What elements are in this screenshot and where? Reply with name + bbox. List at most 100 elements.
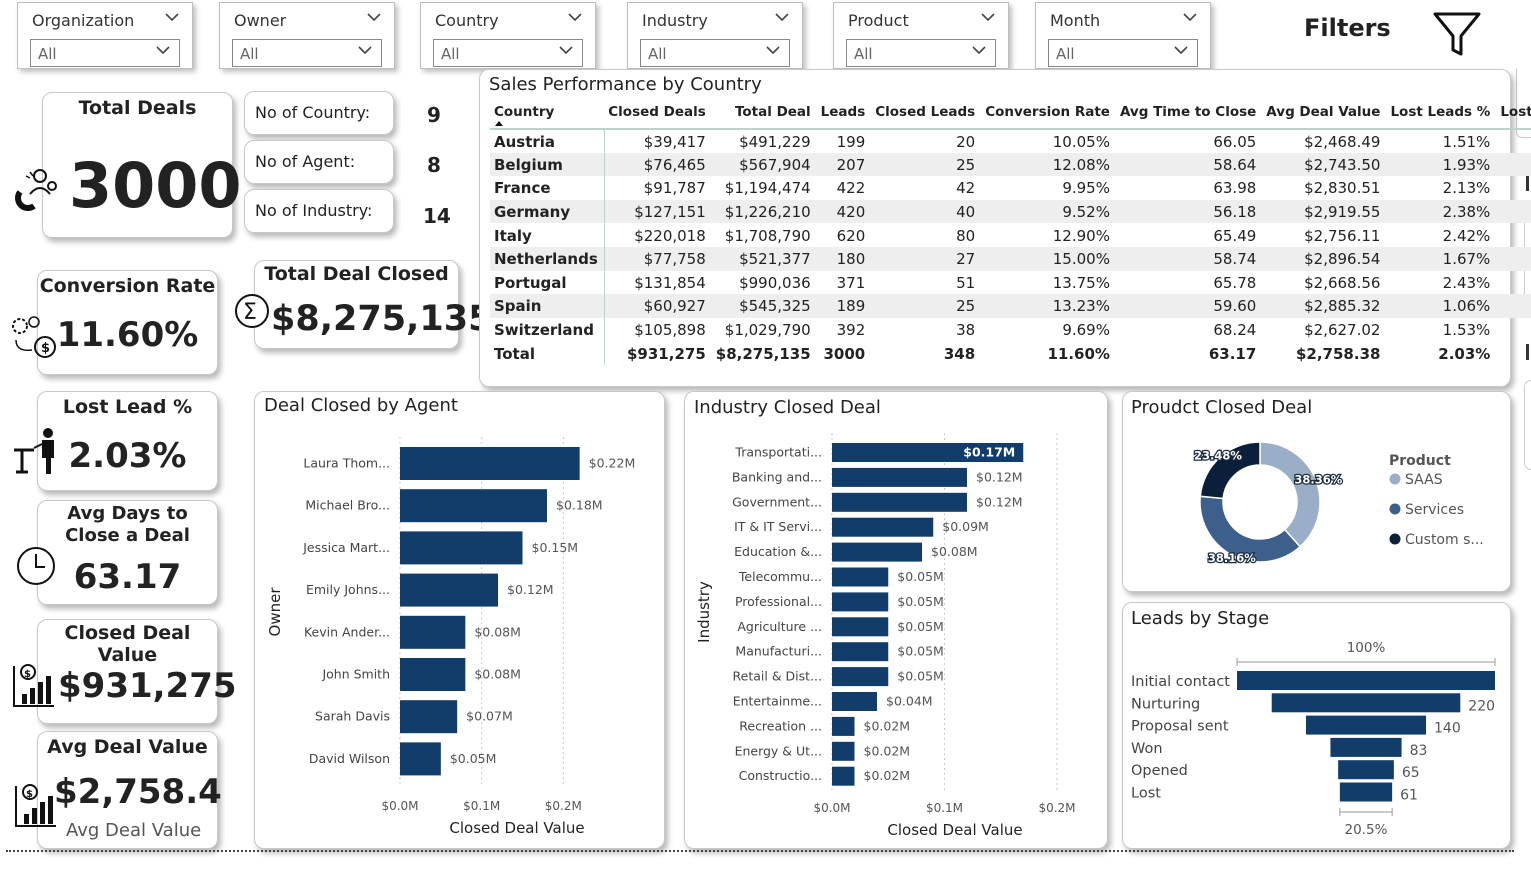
side-panel-edge: [1524, 380, 1531, 470]
bar[interactable]: [400, 489, 547, 523]
bar[interactable]: [832, 517, 934, 537]
column-header[interactable]: Conversion Rate: [981, 102, 1116, 130]
bar[interactable]: [400, 615, 466, 649]
funnel-bar[interactable]: [1306, 715, 1426, 735]
chevron-down-icon[interactable]: [980, 11, 996, 23]
funnel-bar[interactable]: [1330, 737, 1402, 757]
bar[interactable]: [832, 542, 922, 562]
data-label: $0.05M: [897, 594, 944, 609]
table-cell: 38: [956, 321, 976, 340]
bar[interactable]: [400, 573, 498, 607]
slicer-country[interactable]: Country All: [420, 2, 596, 69]
chevron-down-icon[interactable]: [1182, 11, 1198, 23]
slicer-owner[interactable]: Owner All: [219, 2, 395, 69]
slicer-dropdown[interactable]: All: [1048, 39, 1198, 67]
bar[interactable]: [832, 692, 877, 711]
no-of-agent-value: 8: [427, 153, 441, 177]
person-presenting-icon: [14, 428, 54, 474]
category-label: Agriculture ...: [737, 619, 822, 634]
lost-lead-title: Lost Lead %: [62, 396, 193, 418]
funnel-bar[interactable]: [1339, 782, 1393, 802]
funnel-bar[interactable]: [1338, 760, 1394, 780]
slicer-dropdown[interactable]: All: [232, 39, 382, 67]
slicer-dropdown[interactable]: All: [846, 39, 996, 67]
table-cell: 1.51%: [1442, 132, 1491, 151]
chevron-down-icon[interactable]: [164, 11, 180, 23]
funnel-value-label: 61: [1400, 788, 1418, 804]
column-header[interactable]: Closed Leads: [871, 102, 982, 130]
bar[interactable]: [400, 658, 466, 691]
legend-label[interactable]: Services: [1405, 502, 1464, 518]
slicer-month[interactable]: Month All: [1035, 2, 1211, 69]
bar[interactable]: [832, 617, 889, 637]
column-header[interactable]: Country: [490, 102, 605, 130]
table-cell: 68.24: [1213, 321, 1257, 340]
bar[interactable]: [832, 741, 855, 761]
sort-ascending-icon[interactable]: [495, 120, 503, 126]
slicer-industry[interactable]: Industry All: [627, 2, 803, 69]
bar[interactable]: [832, 492, 967, 512]
table-total-cell: $8,275,135: [715, 344, 811, 363]
table-cell: $91,787: [643, 179, 706, 198]
x-tick-label: $0.1M: [926, 801, 963, 815]
column-header[interactable]: Avg Time to Close: [1115, 102, 1263, 130]
chevron-down-icon[interactable]: [366, 11, 382, 23]
chevron-down-icon[interactable]: [357, 44, 373, 56]
slice-label: 38.36%: [1294, 473, 1342, 487]
bar[interactable]: [400, 531, 523, 565]
bar[interactable]: [400, 742, 441, 776]
funnel-bar[interactable]: [1237, 671, 1495, 690]
chevron-down-icon[interactable]: [765, 44, 781, 56]
table-cell: $2,668.56: [1304, 273, 1381, 292]
table-cell: 25: [871, 294, 982, 318]
bar[interactable]: [832, 667, 889, 687]
slice-label-group: 38.36%: [1293, 471, 1344, 488]
closed-deal-value-value: $931,275: [58, 666, 237, 706]
funnel-bar[interactable]: [1271, 693, 1461, 713]
bar[interactable]: [832, 716, 855, 736]
slicer-product[interactable]: Product All: [833, 2, 1009, 69]
column-header[interactable]: Avg Deal Value: [1262, 102, 1387, 130]
x-tick-label: $0.1M: [463, 799, 500, 813]
table-row: Portugal $131,854 $990,036 371 51 13.75% 65.78…: [490, 270, 1531, 295]
table-cell: France: [490, 176, 605, 200]
column-header[interactable]: Closed Deals: [604, 102, 712, 130]
category-label: John Smith: [321, 667, 390, 682]
column-header[interactable]: Lost Leads: [1496, 102, 1531, 130]
bar[interactable]: [832, 766, 855, 786]
slicer-dropdown[interactable]: All: [30, 39, 180, 67]
chevron-down-icon[interactable]: [567, 11, 583, 23]
chevron-down-icon[interactable]: [971, 44, 987, 56]
column-header[interactable]: Lost Leads %: [1386, 102, 1497, 130]
slicer-dropdown[interactable]: All: [433, 39, 583, 67]
table-row: Spain $60,927 $545,325 189 25 13.23% 59.60 $2,8…: [490, 294, 1531, 318]
table-row: Netherlands $77,758 $521,377 180 27 15.00% 58.…: [490, 246, 1531, 271]
legend-label[interactable]: Custom s...: [1405, 532, 1484, 548]
category-label: Laura Thom...: [303, 456, 390, 471]
table-cell: $2,756.11: [1304, 226, 1381, 245]
filter-icon[interactable]: [1432, 10, 1482, 58]
table-cell: Italy: [490, 223, 605, 247]
column-header[interactable]: Total Deal: [711, 102, 817, 130]
bar[interactable]: [832, 592, 889, 612]
table-cell: $2,896.54: [1262, 246, 1387, 271]
bar[interactable]: [832, 467, 967, 487]
slicer-dropdown[interactable]: All: [640, 39, 790, 67]
chevron-down-icon[interactable]: [774, 11, 790, 23]
donut-slice[interactable]: [1259, 441, 1321, 548]
bar[interactable]: [400, 700, 458, 734]
legend-label[interactable]: SAAS: [1405, 472, 1443, 488]
slicer-organization[interactable]: Organization All: [17, 2, 193, 69]
bar[interactable]: [832, 642, 889, 662]
column-header[interactable]: Leads: [816, 102, 872, 130]
chevron-down-icon[interactable]: [1173, 44, 1189, 56]
legend-marker: [1389, 503, 1401, 515]
table-cell: 40: [871, 199, 982, 224]
bar[interactable]: [400, 447, 580, 480]
avg-deal-value-subtitle: Avg Deal Value: [66, 820, 202, 841]
table-cell: 13.75%: [1052, 273, 1110, 292]
table-cell: $2,919.55: [1262, 199, 1387, 224]
chevron-down-icon[interactable]: [155, 44, 171, 56]
bar[interactable]: [832, 567, 889, 587]
chevron-down-icon[interactable]: [558, 44, 574, 56]
